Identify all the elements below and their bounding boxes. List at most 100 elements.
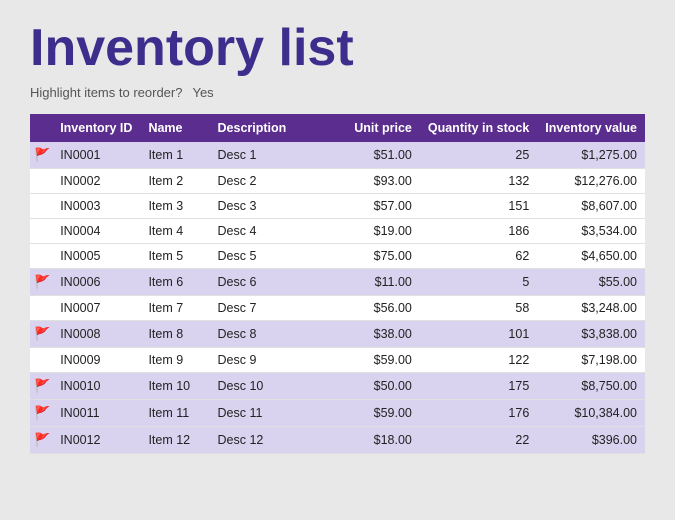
item-description: Desc 3 xyxy=(210,194,343,219)
table-row: IN0003Item 3Desc 3$57.00151$8,607.00 xyxy=(30,194,645,219)
table-row: 🚩IN0011Item 11Desc 11$59.00176$10,384.00 xyxy=(30,400,645,427)
flag-icon: 🚩 xyxy=(34,378,50,393)
flag-cell: 🚩 xyxy=(30,373,52,400)
item-description: Desc 2 xyxy=(210,169,343,194)
unit-price: $59.00 xyxy=(343,348,420,373)
flag-cell xyxy=(30,348,52,373)
table-row: IN0004Item 4Desc 4$19.00186$3,534.00 xyxy=(30,219,645,244)
item-description: Desc 4 xyxy=(210,219,343,244)
quantity-in-stock: 122 xyxy=(420,348,537,373)
inventory-value: $1,275.00 xyxy=(537,142,645,169)
unit-price: $50.00 xyxy=(343,373,420,400)
table-body: 🚩IN0001Item 1Desc 1$51.0025$1,275.00IN00… xyxy=(30,142,645,454)
flag-cell: 🚩 xyxy=(30,269,52,296)
flag-cell xyxy=(30,194,52,219)
flag-cell xyxy=(30,296,52,321)
page-title: Inventory list xyxy=(30,20,645,77)
item-description: Desc 5 xyxy=(210,244,343,269)
item-name: Item 7 xyxy=(140,296,209,321)
col-header-flag xyxy=(30,114,52,142)
table-row: IN0005Item 5Desc 5$75.0062$4,650.00 xyxy=(30,244,645,269)
item-name: Item 4 xyxy=(140,219,209,244)
item-description: Desc 10 xyxy=(210,373,343,400)
unit-price: $51.00 xyxy=(343,142,420,169)
item-description: Desc 7 xyxy=(210,296,343,321)
inventory-id: IN0004 xyxy=(52,219,140,244)
item-description: Desc 11 xyxy=(210,400,343,427)
flag-icon: 🚩 xyxy=(34,274,50,289)
flag-icon: 🚩 xyxy=(34,147,50,162)
quantity-in-stock: 25 xyxy=(420,142,537,169)
col-header-value: Inventory value xyxy=(537,114,645,142)
item-name: Item 6 xyxy=(140,269,209,296)
inventory-value: $8,607.00 xyxy=(537,194,645,219)
item-name: Item 11 xyxy=(140,400,209,427)
inventory-table: Inventory ID Name Description Unit price… xyxy=(30,114,645,454)
subtitle-row: Highlight items to reorder? Yes xyxy=(30,85,645,100)
quantity-in-stock: 101 xyxy=(420,321,537,348)
flag-cell: 🚩 xyxy=(30,321,52,348)
table-row: IN0007Item 7Desc 7$56.0058$3,248.00 xyxy=(30,296,645,321)
flag-icon: 🚩 xyxy=(34,432,50,447)
quantity-in-stock: 186 xyxy=(420,219,537,244)
quantity-in-stock: 175 xyxy=(420,373,537,400)
unit-price: $59.00 xyxy=(343,400,420,427)
quantity-in-stock: 62 xyxy=(420,244,537,269)
quantity-in-stock: 176 xyxy=(420,400,537,427)
inventory-id: IN0012 xyxy=(52,427,140,454)
page: Inventory list Highlight items to reorde… xyxy=(0,0,675,520)
inventory-id: IN0007 xyxy=(52,296,140,321)
inventory-value: $7,198.00 xyxy=(537,348,645,373)
item-name: Item 2 xyxy=(140,169,209,194)
table-row: 🚩IN0012Item 12Desc 12$18.0022$396.00 xyxy=(30,427,645,454)
inventory-value: $55.00 xyxy=(537,269,645,296)
unit-price: $38.00 xyxy=(343,321,420,348)
flag-cell: 🚩 xyxy=(30,427,52,454)
inventory-value: $12,276.00 xyxy=(537,169,645,194)
unit-price: $93.00 xyxy=(343,169,420,194)
inventory-value: $8,750.00 xyxy=(537,373,645,400)
table-row: 🚩IN0001Item 1Desc 1$51.0025$1,275.00 xyxy=(30,142,645,169)
table-row: 🚩IN0006Item 6Desc 6$11.005$55.00 xyxy=(30,269,645,296)
quantity-in-stock: 22 xyxy=(420,427,537,454)
table-row: IN0002Item 2Desc 2$93.00132$12,276.00 xyxy=(30,169,645,194)
item-name: Item 3 xyxy=(140,194,209,219)
quantity-in-stock: 5 xyxy=(420,269,537,296)
item-description: Desc 6 xyxy=(210,269,343,296)
item-description: Desc 1 xyxy=(210,142,343,169)
inventory-value: $3,248.00 xyxy=(537,296,645,321)
col-header-desc: Description xyxy=(210,114,343,142)
inventory-id: IN0011 xyxy=(52,400,140,427)
unit-price: $57.00 xyxy=(343,194,420,219)
inventory-value: $4,650.00 xyxy=(537,244,645,269)
item-description: Desc 8 xyxy=(210,321,343,348)
inventory-id: IN0010 xyxy=(52,373,140,400)
table-row: IN0009Item 9Desc 9$59.00122$7,198.00 xyxy=(30,348,645,373)
flag-cell: 🚩 xyxy=(30,400,52,427)
unit-price: $11.00 xyxy=(343,269,420,296)
flag-icon: 🚩 xyxy=(34,326,50,341)
flag-cell xyxy=(30,219,52,244)
inventory-id: IN0005 xyxy=(52,244,140,269)
inventory-id: IN0001 xyxy=(52,142,140,169)
col-header-qty: Quantity in stock xyxy=(420,114,537,142)
flag-cell xyxy=(30,169,52,194)
item-description: Desc 9 xyxy=(210,348,343,373)
item-name: Item 12 xyxy=(140,427,209,454)
table-row: 🚩IN0010Item 10Desc 10$50.00175$8,750.00 xyxy=(30,373,645,400)
inventory-id: IN0008 xyxy=(52,321,140,348)
table-header: Inventory ID Name Description Unit price… xyxy=(30,114,645,142)
unit-price: $75.00 xyxy=(343,244,420,269)
inventory-id: IN0002 xyxy=(52,169,140,194)
inventory-value: $3,534.00 xyxy=(537,219,645,244)
unit-price: $18.00 xyxy=(343,427,420,454)
col-header-id: Inventory ID xyxy=(52,114,140,142)
inventory-id: IN0003 xyxy=(52,194,140,219)
quantity-in-stock: 58 xyxy=(420,296,537,321)
item-name: Item 10 xyxy=(140,373,209,400)
item-name: Item 1 xyxy=(140,142,209,169)
table-row: 🚩IN0008Item 8Desc 8$38.00101$3,838.00 xyxy=(30,321,645,348)
inventory-value: $3,838.00 xyxy=(537,321,645,348)
inventory-id: IN0006 xyxy=(52,269,140,296)
inventory-value: $396.00 xyxy=(537,427,645,454)
